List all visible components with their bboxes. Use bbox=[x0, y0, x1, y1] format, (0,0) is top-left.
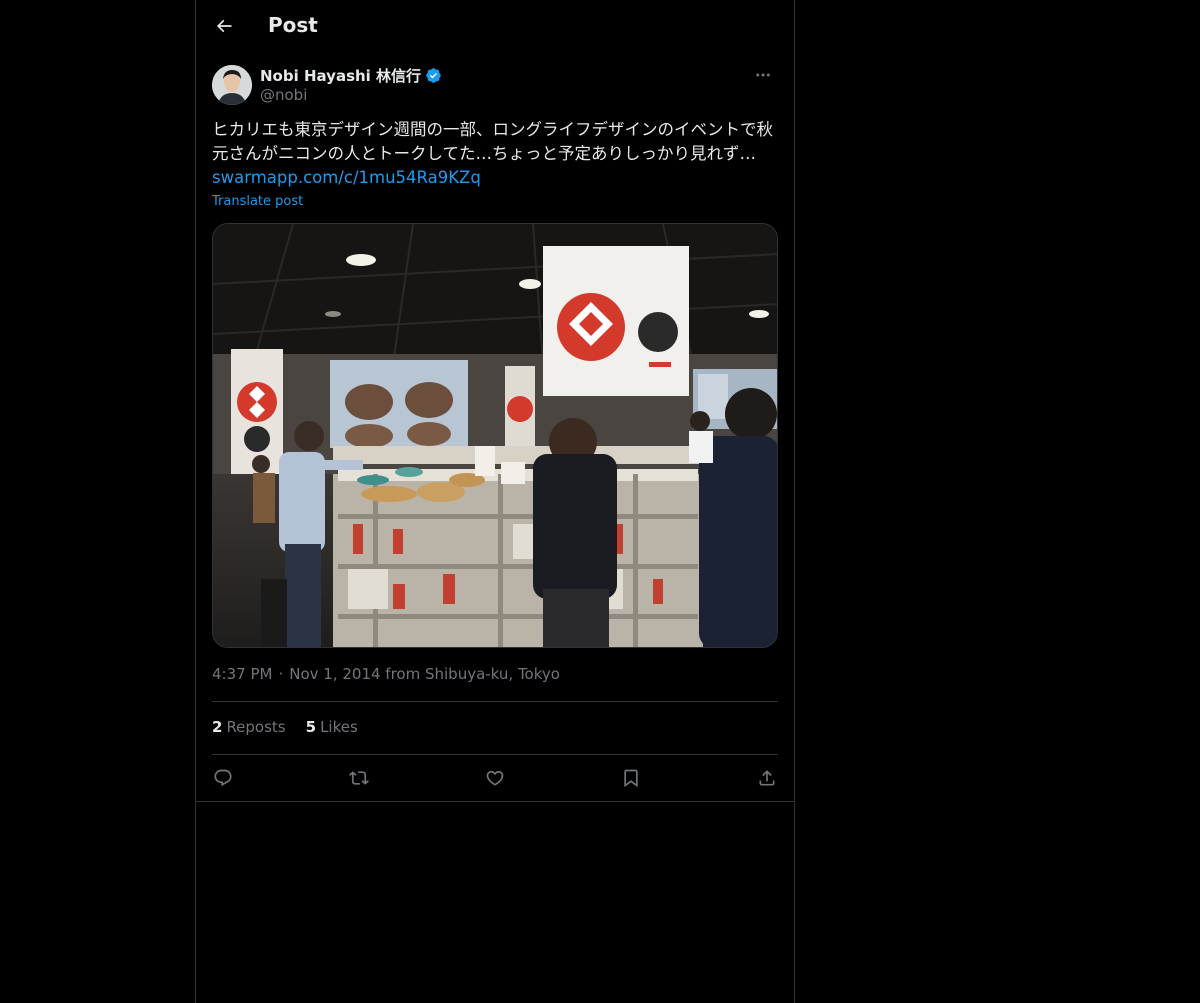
more-options-button[interactable] bbox=[748, 64, 778, 86]
post-date-location: Nov 1, 2014 from Shibuya-ku, Tokyo bbox=[289, 665, 560, 683]
divider bbox=[212, 701, 778, 702]
author-handle[interactable]: @nobi bbox=[260, 86, 307, 104]
reposts-count: 2 bbox=[212, 718, 223, 736]
post-link[interactable]: swarmapp.com/c/1mu54Ra9KZq bbox=[212, 168, 481, 187]
name-row: Nobi Hayashi 林信行 bbox=[260, 65, 442, 86]
post-author: Nobi Hayashi 林信行 @nobi bbox=[212, 64, 778, 108]
post-bottom-border bbox=[196, 801, 794, 802]
post-body: ヒカリエも東京デザイン週間の一部、ロングライフデザインのイベントで秋元さんがニコ… bbox=[212, 120, 773, 163]
reply-button[interactable] bbox=[208, 764, 238, 792]
meta-separator: · bbox=[278, 665, 284, 683]
author-display-name[interactable]: Nobi Hayashi 林信行 bbox=[260, 65, 421, 86]
like-button[interactable] bbox=[480, 764, 510, 792]
post-stats: 2 Reposts 5 Likes bbox=[212, 718, 358, 736]
repost-button[interactable] bbox=[344, 764, 374, 792]
reply-icon bbox=[214, 769, 232, 787]
post-time[interactable]: 4:37 PM bbox=[212, 665, 272, 683]
likes-label: Likes bbox=[320, 718, 358, 736]
verified-badge-icon bbox=[426, 68, 441, 83]
back-button[interactable] bbox=[207, 9, 241, 43]
page-header: Post bbox=[196, 0, 794, 54]
arrow-left-icon bbox=[216, 19, 232, 33]
likes-stat[interactable]: 5 Likes bbox=[306, 718, 358, 736]
translate-post-link[interactable]: Translate post bbox=[212, 194, 303, 209]
bookmark-icon bbox=[624, 769, 638, 788]
reposts-stat[interactable]: 2 Reposts bbox=[212, 718, 286, 736]
divider bbox=[212, 754, 778, 755]
reposts-label: Reposts bbox=[226, 718, 286, 736]
heart-icon bbox=[486, 770, 504, 786]
likes-count: 5 bbox=[305, 718, 317, 736]
avatar[interactable] bbox=[212, 65, 252, 105]
post-text: ヒカリエも東京デザイン週間の一部、ロングライフデザインのイベントで秋元さんがニコ… bbox=[212, 118, 782, 190]
share-button[interactable] bbox=[752, 764, 782, 792]
post-meta: 4:37 PM · Nov 1, 2014 from Shibuya-ku, Tok… bbox=[212, 665, 560, 683]
page-title: Post bbox=[268, 13, 318, 37]
bookmark-button[interactable] bbox=[616, 764, 646, 792]
post-actions bbox=[206, 764, 784, 792]
post-photo[interactable] bbox=[212, 223, 778, 648]
more-horizontal-icon bbox=[756, 73, 770, 77]
share-icon bbox=[759, 770, 775, 786]
repost-icon bbox=[349, 771, 369, 785]
main-column: Post Nobi Hayashi 林信行 @nobi ヒカリエも東京デザイン週… bbox=[195, 0, 795, 1003]
